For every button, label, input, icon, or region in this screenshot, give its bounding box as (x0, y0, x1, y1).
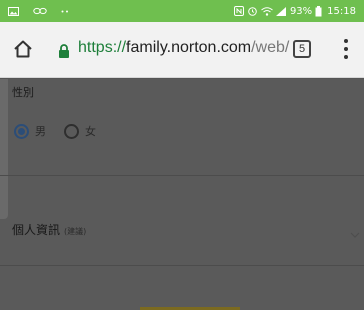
signal-icon (275, 6, 286, 16)
tab-count: 5 (298, 43, 306, 55)
battery-icon (315, 5, 322, 17)
overflow-menu-icon[interactable] (340, 39, 352, 59)
link-icon (33, 7, 47, 15)
personal-info-title: 個人資訊 (12, 223, 61, 237)
battery-percentage: 93% (289, 5, 313, 17)
lock-icon (58, 43, 70, 58)
wifi-icon (261, 6, 273, 16)
personal-info-header[interactable]: 個人資訊 (建議) (12, 221, 86, 238)
status-bar: 93% 15:18 (0, 0, 364, 22)
radio-female[interactable]: 女 (64, 123, 96, 139)
image-icon (8, 6, 19, 16)
alarm-icon (247, 6, 258, 16)
chevron-down-icon[interactable] (350, 224, 360, 238)
personal-info-note: (建議) (64, 227, 87, 236)
section-divider (0, 175, 364, 176)
nfc-icon (233, 6, 244, 16)
radio-female-circle[interactable] (64, 123, 79, 139)
radio-male[interactable]: 男 (14, 123, 46, 139)
status-time: 15:18 (327, 5, 356, 17)
radio-male-label: 男 (35, 125, 46, 138)
page-content: 性別 男 女 個人資訊 (建議) (0, 79, 364, 310)
radio-female-label: 女 (85, 125, 96, 138)
gender-label: 性別 (12, 86, 34, 99)
ellipsis-icon (61, 10, 69, 13)
url-scheme: https:// (78, 39, 127, 56)
url-path: /web/ (251, 39, 290, 56)
url-field[interactable]: https://family.norton.com/web/ (78, 39, 289, 57)
status-bar-right: 93% 15:18 (233, 5, 356, 17)
radio-male-circle[interactable] (14, 123, 29, 139)
home-icon[interactable] (12, 38, 34, 60)
gender-options: 男 女 (14, 123, 114, 139)
status-bar-left (8, 6, 234, 16)
url-host: family.norton.com (126, 39, 252, 56)
browser-toolbar: https://family.norton.com/web/ 5 (0, 22, 364, 78)
tab-switcher-button[interactable]: 5 (293, 40, 311, 58)
section-divider-2 (0, 265, 364, 266)
side-panel-edge (0, 79, 8, 219)
